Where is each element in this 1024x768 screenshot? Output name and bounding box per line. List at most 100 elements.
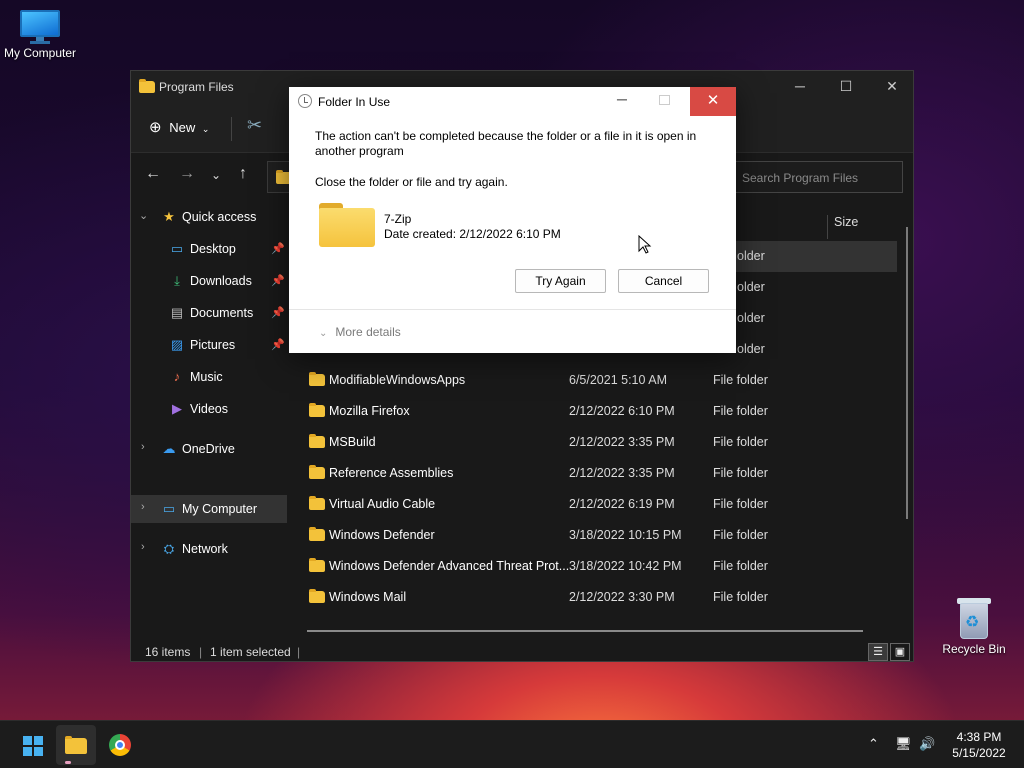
try-again-button[interactable]: Try Again <box>515 269 606 293</box>
desktop-icon-recycle-bin[interactable]: ♻ Recycle Bin <box>934 598 1014 656</box>
more-details-toggle[interactable]: ⌄ More details <box>319 325 401 339</box>
desktop-icon-label: Recycle Bin <box>942 642 1006 656</box>
pin-icon[interactable]: 📌 <box>271 242 285 255</box>
pin-icon[interactable]: 📌 <box>271 306 285 319</box>
recent-locations-chevron-icon[interactable]: ⌄ <box>211 168 221 182</box>
folder-icon <box>309 589 325 603</box>
taskbar-chrome[interactable] <box>100 725 140 765</box>
nav-item-desktop[interactable]: ▭ Desktop 📌 <box>131 235 287 263</box>
nav-item-pictures[interactable]: ▨ Pictures 📌 <box>131 331 287 359</box>
column-header-size[interactable]: Size <box>827 215 858 239</box>
pin-icon[interactable]: 📌 <box>271 274 285 287</box>
clock-time: 4:38 PM <box>956 730 1002 744</box>
nav-item-downloads[interactable]: ⤓ Downloads 📌 <box>131 267 287 295</box>
status-bar: 16 items | 1 item selected | ☰ ▣ <box>131 641 913 663</box>
type-cell: File folder <box>713 559 768 573</box>
desktop-icon-label: My Computer <box>3 46 77 60</box>
video-icon: ▶ <box>172 401 182 416</box>
clock-icon <box>298 94 312 108</box>
maximize-button <box>659 95 670 105</box>
locked-item-name: 7-Zip <box>384 212 412 226</box>
nav-item-music[interactable]: ♪ Music <box>131 363 287 391</box>
name-cell: Virtual Audio Cable <box>329 497 436 511</box>
date-cell: 2/12/2022 3:35 PM <box>569 435 675 449</box>
nav-label: Music <box>190 370 223 384</box>
type-cell: older <box>737 249 765 263</box>
table-row[interactable]: Windows Defender 3/18/2022 10:15 PM File… <box>291 520 897 551</box>
minimize-button[interactable]: ─ <box>777 71 823 103</box>
nav-item-network[interactable]: › ⛭ Network <box>131 535 287 563</box>
table-row[interactable]: Mozilla Firefox 2/12/2022 6:10 PM File f… <box>291 396 897 427</box>
maximize-button[interactable]: ☐ <box>823 71 869 103</box>
large-icons-view-icon[interactable]: ▣ <box>890 643 910 661</box>
running-indicator <box>65 761 71 764</box>
chevron-up-icon[interactable]: ⌃ <box>868 736 879 752</box>
name-cell: Windows Defender Advanced Threat Prot... <box>329 559 570 573</box>
dialog-title: Folder In Use <box>318 95 391 109</box>
folder-icon <box>309 465 325 479</box>
item-count: 16 items <box>145 645 191 659</box>
table-row[interactable]: Windows Mail 2/12/2022 3:30 PM File fold… <box>291 582 897 613</box>
nav-item-quick-access[interactable]: ⌄ ★ Quick access <box>131 203 287 231</box>
nav-label: Documents <box>190 306 254 320</box>
dialog-titlebar[interactable]: Folder In Use ─ ✕ <box>289 87 736 117</box>
vertical-scrollbar[interactable] <box>906 227 908 519</box>
close-button[interactable]: ✕ <box>869 71 915 103</box>
toolbar-divider <box>231 117 232 141</box>
dialog-instruction: Close the folder or file and try again. <box>315 175 508 189</box>
folder-icon <box>319 203 375 247</box>
folder-icon <box>139 79 155 93</box>
table-row[interactable]: Virtual Audio Cable 2/12/2022 6:19 PM Fi… <box>291 489 897 520</box>
type-cell: older <box>737 311 765 325</box>
table-row[interactable]: MSBuild 2/12/2022 3:35 PM File folder <box>291 427 897 458</box>
recycle-bin-icon: ♻ <box>957 598 991 640</box>
nav-item-videos[interactable]: ▶ Videos <box>131 395 287 423</box>
forward-arrow-icon[interactable]: → <box>179 165 195 183</box>
new-button[interactable]: ⊕ New ⌄ <box>149 118 209 136</box>
new-button-label: New <box>169 120 196 135</box>
picture-icon: ▨ <box>170 337 184 352</box>
desktop-icon-my-computer[interactable]: My Computer <box>0 10 80 60</box>
type-cell: File folder <box>713 497 768 511</box>
taskbar-clock[interactable]: 4:38 PM 5/15/2022 <box>944 729 1014 761</box>
type-cell: File folder <box>713 404 768 418</box>
monitor-icon <box>18 10 62 44</box>
chevron-right-icon: › <box>141 441 145 453</box>
pin-icon[interactable]: 📌 <box>271 338 285 351</box>
network-icon[interactable]: 🖥 <box>895 736 912 752</box>
start-button[interactable] <box>12 725 52 765</box>
date-cell: 3/18/2022 10:15 PM <box>569 528 682 542</box>
type-cell: File folder <box>713 435 768 449</box>
nav-item-my-computer[interactable]: › ▭ My Computer <box>131 495 287 523</box>
table-row[interactable]: ModifiableWindowsApps 6/5/2021 5:10 AM F… <box>291 365 897 396</box>
nav-item-onedrive[interactable]: › ☁ OneDrive <box>131 435 287 463</box>
type-cell: File folder <box>713 466 768 480</box>
back-arrow-icon[interactable]: ← <box>145 165 161 183</box>
nav-label: Quick access <box>182 210 257 224</box>
folder-icon <box>309 527 325 541</box>
minimize-button[interactable]: ─ <box>607 91 637 113</box>
navigation-pane: ⌄ ★ Quick access ▭ Desktop 📌 ⤓ Downloads… <box>131 201 289 641</box>
close-button[interactable]: ✕ <box>690 87 736 116</box>
horizontal-scrollbar[interactable] <box>307 630 863 632</box>
volume-icon[interactable]: 🔊 <box>919 736 935 752</box>
music-icon: ♪ <box>173 369 181 384</box>
search-input[interactable]: Search Program Files <box>731 161 903 193</box>
star-icon: ★ <box>163 209 175 224</box>
network-icon: ⛭ <box>163 541 175 556</box>
nav-label: OneDrive <box>182 442 235 456</box>
nav-item-documents[interactable]: ▤ Documents 📌 <box>131 299 287 327</box>
cancel-button[interactable]: Cancel <box>618 269 709 293</box>
nav-label: Videos <box>190 402 228 416</box>
selection-count: 1 item selected <box>210 645 291 659</box>
taskbar-file-explorer[interactable] <box>56 725 96 765</box>
table-row[interactable]: Windows Defender Advanced Threat Prot...… <box>291 551 897 582</box>
name-cell: MSBuild <box>329 435 376 449</box>
up-arrow-icon[interactable]: ↑ <box>239 165 247 183</box>
table-row[interactable]: Reference Assemblies 2/12/2022 3:35 PM F… <box>291 458 897 489</box>
details-view-icon[interactable]: ☰ <box>868 643 888 661</box>
type-cell: File folder <box>713 590 768 604</box>
cut-icon[interactable]: ✂ <box>247 115 262 136</box>
monitor-icon: ▭ <box>162 501 176 516</box>
name-cell: Reference Assemblies <box>329 466 454 480</box>
